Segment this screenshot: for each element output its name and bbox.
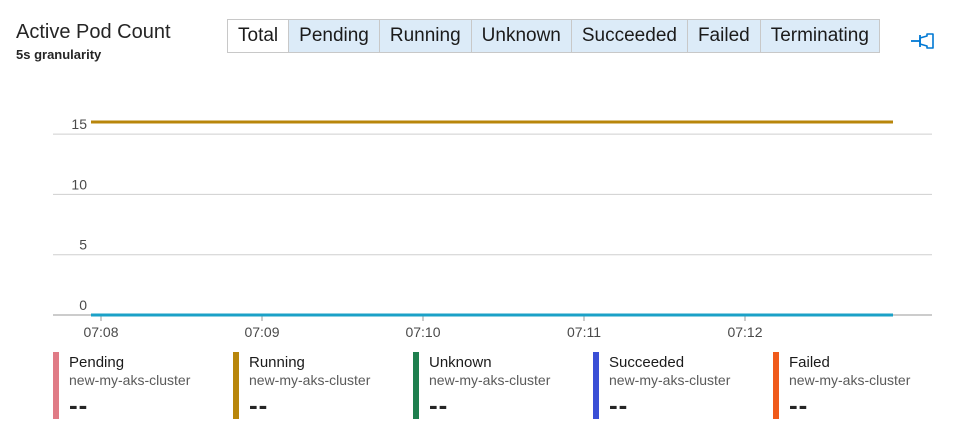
legend-name: Running [249,354,305,371]
y-axis-ticks: 0 5 10 15 [71,116,87,313]
legend-item-failed[interactable]: Failed new-my-aks-cluster -- [773,352,943,420]
legend-item-unknown[interactable]: Unknown new-my-aks-cluster -- [413,352,583,420]
legend-item-running[interactable]: Running new-my-aks-cluster -- [233,352,403,420]
x-tick-label: 07:09 [244,324,279,340]
legend-swatch [53,352,59,419]
x-axis-ticks: 07:08 07:09 07:10 07:11 07:12 [83,315,763,340]
legend-source: new-my-aks-cluster [789,372,911,388]
legend-source: new-my-aks-cluster [249,372,371,388]
x-tick-label: 07:11 [567,324,601,340]
legend-swatch [773,352,779,419]
legend-value: -- [609,390,629,420]
legend-item-pending[interactable]: Pending new-my-aks-cluster -- [53,352,223,420]
legend-swatch [593,352,599,419]
legend-source: new-my-aks-cluster [609,372,731,388]
x-tick-label: 07:10 [405,324,440,340]
legend-item-succeeded[interactable]: Succeeded new-my-aks-cluster -- [593,352,763,420]
grid-lines [53,133,932,316]
legend-name: Failed [789,354,830,371]
y-tick-label: 5 [79,237,87,253]
legend-value: -- [429,390,449,420]
x-tick-label: 07:08 [83,324,118,340]
legend-name: Pending [69,354,125,371]
legend-name: Succeeded [609,354,685,371]
legend-source: new-my-aks-cluster [429,372,551,388]
series-lines [91,120,893,317]
legend-value: -- [789,390,809,420]
legend-name: Unknown [429,354,492,371]
legend-value: -- [69,390,89,420]
x-tick-label: 07:12 [727,324,762,340]
legend-swatch [233,352,239,419]
y-tick-label: 15 [71,116,87,132]
legend-source: new-my-aks-cluster [69,372,191,388]
legend-value: -- [249,390,269,420]
y-tick-label: 10 [71,176,87,192]
y-tick-label: 0 [79,297,87,313]
legend-swatch [413,352,419,419]
